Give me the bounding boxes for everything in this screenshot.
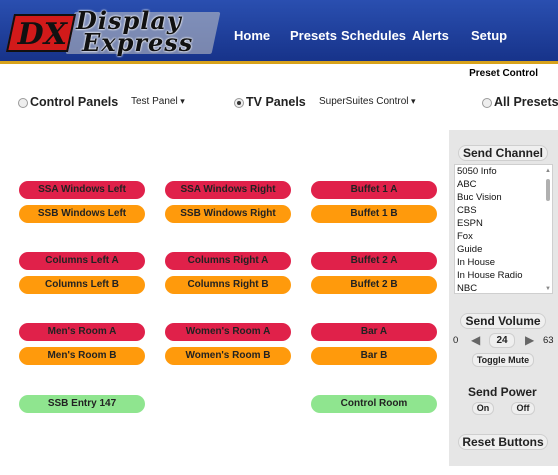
scrollbar-thumb[interactable] (546, 179, 550, 201)
control-panels-label[interactable]: Control Panels (30, 95, 118, 109)
preset-columns-right-b[interactable]: Columns Right B (165, 276, 291, 294)
volume-value[interactable]: 24 (489, 333, 515, 348)
channel-option[interactable]: ABC (455, 178, 552, 191)
preset-columns-left-b[interactable]: Columns Left B (19, 276, 145, 294)
preset-columns-right-a[interactable]: Columns Right A (165, 252, 291, 270)
volume-min: 0 (453, 335, 459, 346)
channel-option[interactable]: Guide (455, 243, 552, 256)
channel-option[interactable]: Fox (455, 230, 552, 243)
tv-panels-label[interactable]: TV Panels (246, 95, 306, 109)
channel-option[interactable]: ESPN (455, 217, 552, 230)
control-panels-radio[interactable] (18, 98, 28, 108)
logo-mark-text: DX (17, 17, 67, 52)
channel-option[interactable]: NBC (455, 282, 552, 293)
channel-list-scrollbar[interactable]: ▲ ▼ (545, 168, 551, 292)
preset-mens-room-a[interactable]: Men's Room A (19, 323, 145, 341)
send-power-label: Send Power (468, 385, 537, 399)
all-presets-label[interactable]: All Presets (494, 95, 558, 109)
preset-bar-a[interactable]: Bar A (311, 323, 437, 341)
preset-control-room[interactable]: Control Room (311, 395, 437, 413)
nav-presets[interactable]: Presets (290, 28, 337, 43)
power-off-button[interactable]: Off (511, 402, 535, 415)
channel-option[interactable]: In House (455, 256, 552, 269)
preset-buffet-1a[interactable]: Buffet 1 A (311, 181, 437, 199)
preset-buffet-2b[interactable]: Buffet 2 B (311, 276, 437, 294)
nav-alerts[interactable]: Alerts (412, 28, 449, 43)
nav-schedules[interactable]: Schedules (341, 28, 406, 43)
preset-ssb-entry-147[interactable]: SSB Entry 147 (19, 395, 145, 413)
preset-ssb-windows-right[interactable]: SSB Windows Right (165, 205, 291, 223)
panel-selector-row: Control Panels Test Panel TV Panels Supe… (0, 94, 558, 114)
preset-ssb-windows-left[interactable]: SSB Windows Left (19, 205, 145, 223)
preset-buffet-2a[interactable]: Buffet 2 A (311, 252, 437, 270)
logo-mark: DX (5, 14, 77, 52)
preset-ssa-windows-right[interactable]: SSA Windows Right (165, 181, 291, 199)
scroll-up-arrow-icon[interactable]: ▲ (545, 168, 551, 174)
tv-panels-radio[interactable] (234, 98, 244, 108)
preset-womens-room-a[interactable]: Women's Room A (165, 323, 291, 341)
send-volume-button[interactable]: Send Volume (460, 313, 546, 329)
reset-buttons-button[interactable]: Reset Buttons (458, 434, 548, 450)
toggle-mute-button[interactable]: Toggle Mute (472, 353, 534, 367)
scroll-down-arrow-icon[interactable]: ▼ (545, 286, 551, 292)
tv-panels-select[interactable]: SuperSuites Control (319, 96, 416, 107)
preset-ssa-windows-left[interactable]: SSA Windows Left (19, 181, 145, 199)
app-header: DX Display Express Home Presets Schedule… (0, 0, 558, 64)
preset-mens-room-b[interactable]: Men's Room B (19, 347, 145, 365)
nav-setup[interactable]: Setup (471, 28, 507, 43)
preset-buffet-1b[interactable]: Buffet 1 B (311, 205, 437, 223)
channel-option[interactable]: CBS (455, 204, 552, 217)
channel-list[interactable]: 5050 Info ABC Buc Vision CBS ESPN Fox Gu… (454, 164, 553, 294)
volume-stepper: 0 ◀ 24 ▶ 63 (449, 333, 558, 349)
logo-wordmark: Display Express (76, 9, 194, 57)
logo-line2: Express (82, 28, 194, 57)
channel-option[interactable]: 5050 Info (455, 165, 552, 178)
volume-max: 63 (543, 335, 554, 346)
preset-womens-room-b[interactable]: Women's Room B (165, 347, 291, 365)
display-express-logo[interactable]: DX Display Express (5, 9, 221, 57)
channel-option[interactable]: In House Radio (455, 269, 552, 282)
control-panels-select[interactable]: Test Panel (131, 96, 185, 107)
preset-columns-left-a[interactable]: Columns Left A (19, 252, 145, 270)
all-presets-radio[interactable] (482, 98, 492, 108)
page-title: Preset Control (469, 68, 538, 79)
channel-option[interactable]: Buc Vision (455, 191, 552, 204)
volume-up-arrow-icon[interactable]: ▶ (525, 333, 534, 347)
power-on-button[interactable]: On (472, 402, 494, 415)
nav-home[interactable]: Home (234, 28, 270, 43)
send-channel-button[interactable]: Send Channel (458, 145, 548, 161)
preset-bar-b[interactable]: Bar B (311, 347, 437, 365)
volume-down-arrow-icon[interactable]: ◀ (471, 333, 480, 347)
